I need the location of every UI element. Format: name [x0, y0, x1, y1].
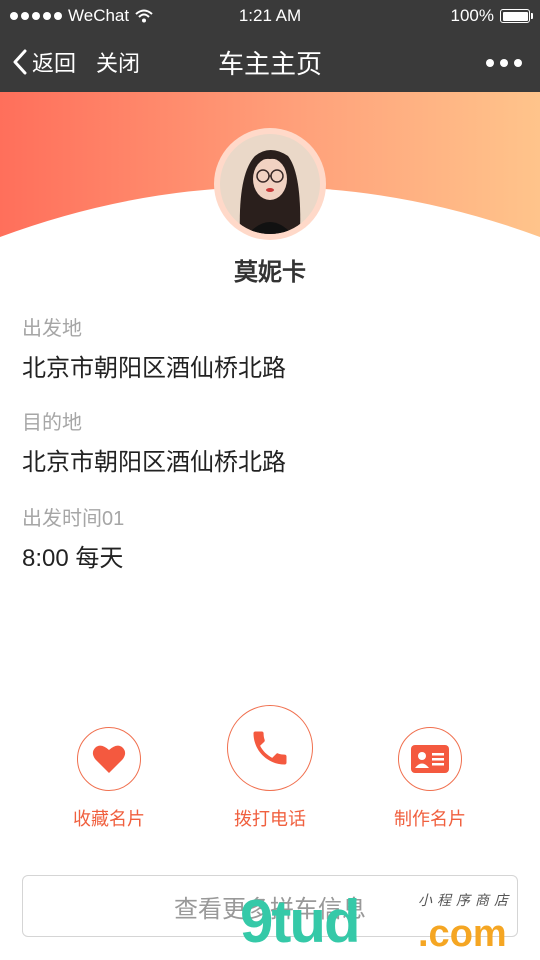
business-card-icon [398, 727, 462, 791]
battery-percent: 100% [450, 6, 494, 25]
avatar-photo [220, 134, 320, 234]
heart-icon [77, 727, 141, 791]
back-button[interactable]: 返回 [12, 46, 76, 78]
departure-time-value: 8:00 每天 [22, 545, 124, 572]
save-card-button[interactable]: 收藏名片 [49, 727, 169, 831]
more-menu-button[interactable] [486, 59, 522, 67]
departure-value: 北京市朝阳区酒仙桥北路 [22, 355, 286, 382]
call-button[interactable]: 拨打电话 [210, 705, 330, 831]
close-button[interactable]: 关闭 [96, 46, 140, 78]
departure-label: 出发地 [22, 318, 82, 340]
destination-label: 目的地 [22, 412, 82, 434]
battery-icon [500, 9, 533, 23]
create-card-label: 制作名片 [394, 809, 466, 829]
owner-name: 莫妮卡 [234, 259, 306, 286]
nav-bar: 返回 关闭 车主主页 [0, 32, 540, 92]
destination-value: 北京市朝阳区酒仙桥北路 [22, 449, 286, 476]
departure-time-label: 出发时间01 [22, 508, 125, 530]
view-more-carpool-button[interactable]: 查看更多拼车信息 [22, 875, 518, 937]
chevron-left-icon [13, 49, 27, 75]
phone-icon [227, 705, 313, 791]
avatar [214, 128, 326, 240]
back-label: 返回 [32, 51, 77, 76]
create-card-button[interactable]: 制作名片 [370, 727, 490, 831]
save-card-label: 收藏名片 [73, 809, 145, 829]
status-bar: WeChat 1:21 AM 100% [0, 0, 540, 32]
page-title: 车主主页 [217, 49, 322, 79]
call-label: 拨打电话 [234, 809, 306, 829]
